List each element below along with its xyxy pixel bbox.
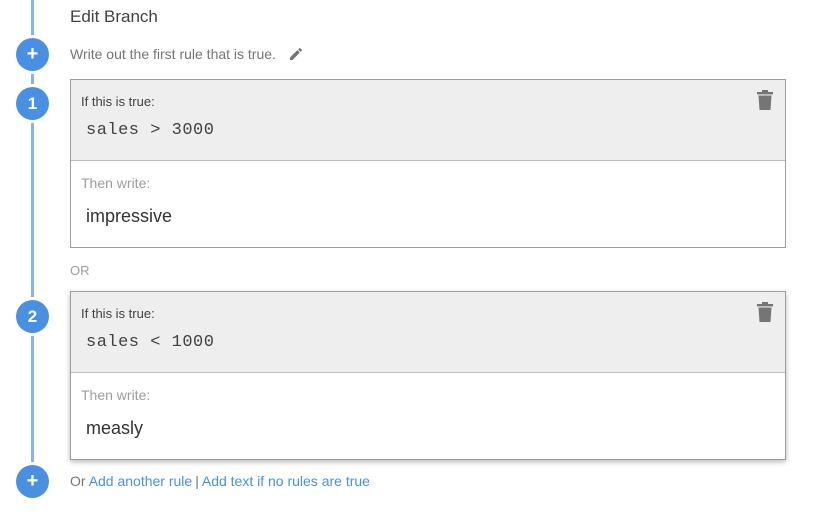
output-label: Then write: (81, 387, 151, 403)
condition-label: If this is true: (81, 306, 155, 321)
plus-icon: + (26, 43, 39, 65)
rule-card[interactable]: If this is true: sales > 3000 Then write… (70, 79, 786, 248)
page-title: Edit Branch (70, 7, 158, 26)
plus-icon: + (26, 470, 39, 492)
instructions-text: Write out the first rule that is true. (70, 46, 276, 62)
trash-icon[interactable] (756, 302, 774, 322)
rule-card[interactable]: If this is true: sales < 1000 Then write… (70, 291, 786, 460)
timeline-line (31, 0, 34, 500)
condition-section[interactable]: If this is true: sales < 1000 (71, 292, 785, 373)
output-label: Then write: (81, 175, 151, 191)
add-another-rule-link[interactable]: Add another rule (89, 473, 193, 489)
add-default-text-link[interactable]: Add text if no rules are true (202, 473, 370, 489)
output-section[interactable]: Then write: impressive (71, 161, 785, 247)
condition-expression[interactable]: sales > 3000 (86, 121, 214, 140)
rule-number: 1 (27, 93, 38, 113)
output-text[interactable]: impressive (86, 206, 172, 227)
footer-divider: | (195, 473, 199, 489)
footer-actions: Or Add another rule | Add text if no rules… (70, 473, 370, 489)
output-section[interactable]: Then write: measly (71, 373, 785, 459)
pencil-icon[interactable] (288, 46, 304, 62)
condition-expression[interactable]: sales < 1000 (86, 333, 214, 352)
condition-label: If this is true: (81, 94, 155, 109)
condition-section[interactable]: If this is true: sales > 3000 (71, 80, 785, 161)
or-separator: OR (70, 263, 90, 278)
rule-number-badge: 2 (16, 300, 49, 333)
trash-icon[interactable] (756, 90, 774, 110)
add-rule-bottom-button[interactable]: + (16, 465, 49, 498)
instructions: Write out the first rule that is true. (70, 46, 304, 62)
add-rule-top-button[interactable]: + (16, 38, 49, 71)
output-text[interactable]: measly (86, 418, 143, 439)
rule-number: 2 (27, 306, 38, 326)
rule-number-badge: 1 (16, 87, 49, 120)
footer-prefix: Or (70, 473, 86, 489)
